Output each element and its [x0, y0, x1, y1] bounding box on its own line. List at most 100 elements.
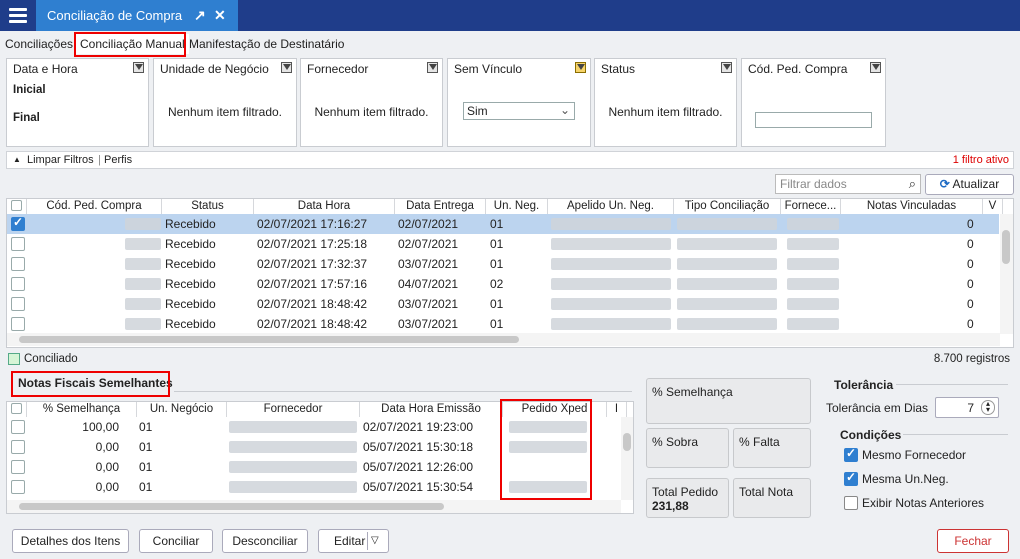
- tab-conciliacao-manual[interactable]: Conciliação Manual: [76, 34, 189, 54]
- filter-active-icon[interactable]: [575, 62, 586, 73]
- chevron-down-icon[interactable]: ▽: [371, 530, 379, 552]
- vertical-scrollbar[interactable]: [621, 417, 633, 500]
- col-header[interactable]: Fornece...: [781, 199, 841, 214]
- checkbox[interactable]: [844, 446, 858, 462]
- col-header[interactable]: Fornecedor: [227, 402, 360, 417]
- tab-conciliacoes[interactable]: Conciliações: [1, 34, 77, 54]
- col-header[interactable]: Cód. Ped. Compra: [27, 199, 162, 214]
- vertical-scrollbar[interactable]: [1000, 214, 1013, 334]
- col-header[interactable]: Notas Vinculadas: [841, 199, 983, 214]
- row-checkbox[interactable]: [11, 480, 25, 494]
- table-row[interactable]: Recebido 02/07/2021 18:48:42 03/07/2021 01 0: [7, 294, 999, 314]
- select-all-header[interactable]: [7, 199, 27, 214]
- limpar-filtros-button[interactable]: Limpar Filtros: [27, 152, 94, 168]
- table-row[interactable]: 100,00 01 02/07/2021 19:23:00: [7, 417, 620, 437]
- filter-icon[interactable]: [427, 62, 438, 73]
- filter-icon[interactable]: [870, 62, 881, 73]
- row-checkbox[interactable]: [11, 420, 25, 434]
- data-hora-cell: 02/07/2021 18:48:42: [257, 317, 368, 331]
- col-header[interactable]: V: [983, 199, 1003, 214]
- refresh-icon: ⟳: [939, 177, 950, 191]
- perfis-button[interactable]: Perfis: [104, 152, 132, 168]
- empty-text: Nenhum item filtrado.: [167, 105, 283, 119]
- table-row[interactable]: Recebido 02/07/2021 17:57:16 04/07/2021 02 0: [7, 274, 999, 294]
- table-row[interactable]: Recebido 02/07/2021 17:32:37 03/07/2021 01 0: [7, 254, 999, 274]
- row-checkbox[interactable]: [11, 257, 25, 271]
- checkbox[interactable]: [844, 496, 858, 510]
- horizontal-scrollbar[interactable]: [7, 500, 621, 513]
- row-checkbox[interactable]: [11, 297, 25, 311]
- un-neg-cell: 01: [490, 317, 504, 331]
- un-neg-cell: 01: [490, 237, 504, 251]
- col-header[interactable]: Data Entrega: [395, 199, 486, 214]
- tab-manifestacao[interactable]: Manifestação de Destinatário: [185, 34, 348, 54]
- conciliar-button[interactable]: Conciliar: [139, 529, 213, 553]
- filter-icon[interactable]: [721, 62, 732, 73]
- cod-ped-input[interactable]: [755, 112, 872, 128]
- col-header[interactable]: Pedido Xped: [503, 402, 607, 417]
- col-header[interactable]: Status: [162, 199, 254, 214]
- table-row[interactable]: Recebido 02/07/2021 17:25:18 02/07/2021 01 0: [7, 234, 999, 254]
- status-cell: Recebido: [165, 317, 216, 331]
- col-header[interactable]: Data Hora Emissão: [360, 402, 503, 417]
- grid-status: Conciliado 8.700 registros: [6, 351, 1014, 367]
- col-header[interactable]: Data Hora: [254, 199, 395, 214]
- close-icon[interactable]: ✕: [214, 0, 226, 31]
- un-negocio-cell: 01: [139, 440, 153, 454]
- fechar-button[interactable]: Fechar: [937, 529, 1009, 553]
- record-count: 8.700 registros: [933, 353, 1010, 365]
- tolerancia-dias-spinner[interactable]: 7 ▴ ▾: [935, 397, 999, 418]
- table-row[interactable]: 0,00 01 05/07/2021 15:30:54: [7, 477, 620, 497]
- card-label: % Falta: [739, 435, 780, 449]
- table-row[interactable]: 0,00 01 05/07/2021 15:30:18: [7, 437, 620, 457]
- data-emissao-cell: 05/07/2021 15:30:18: [363, 440, 474, 454]
- window-tab[interactable]: Conciliação de Compra ↗ ✕: [36, 0, 238, 31]
- card-label: % Sobra: [652, 435, 699, 449]
- col-header[interactable]: Un. Negócio: [137, 402, 227, 417]
- checkbox[interactable]: [844, 470, 858, 486]
- search-input[interactable]: Filtrar dados ⌕: [775, 174, 921, 194]
- row-checkbox[interactable]: [11, 237, 25, 251]
- filter-icon[interactable]: [133, 62, 144, 73]
- row-checkbox[interactable]: [11, 440, 25, 454]
- detalhes-itens-button[interactable]: Detalhes dos Itens: [12, 529, 129, 553]
- data-entrega-cell: 03/07/2021: [398, 257, 459, 271]
- col-header[interactable]: I: [607, 402, 627, 417]
- col-header[interactable]: Un. Neg.: [486, 199, 548, 214]
- card-sobra: % Sobra: [646, 428, 729, 468]
- data-hora-cell: 02/07/2021 17:25:18: [257, 237, 368, 251]
- row-checkbox[interactable]: [11, 460, 25, 474]
- row-checkbox[interactable]: [11, 277, 25, 291]
- filter-label: Fornecedor: [307, 62, 369, 76]
- table-row[interactable]: 0,00 01 05/07/2021 12:26:00: [7, 457, 620, 477]
- spinner-arrows-icon[interactable]: ▴ ▾: [981, 400, 995, 415]
- undock-icon[interactable]: ↗: [194, 0, 206, 31]
- horizontal-scrollbar[interactable]: [7, 333, 1000, 346]
- notas-cell: 0: [967, 317, 974, 331]
- editar-button[interactable]: Editar ▽: [318, 529, 389, 553]
- atualizar-button[interactable]: ⟳ Atualizar: [925, 174, 1014, 195]
- card-semelhanca: % Semelhança: [646, 378, 811, 424]
- status-cell: Recebido: [165, 297, 216, 311]
- data-hora-cell: 02/07/2021 17:32:37: [257, 257, 368, 271]
- col-header[interactable]: % Semelhança: [27, 402, 137, 417]
- select-all-header[interactable]: [7, 402, 27, 417]
- row-checkbox[interactable]: ✓: [11, 215, 25, 231]
- search-icon[interactable]: ⌕: [909, 175, 916, 193]
- eraser-icon[interactable]: ▲: [13, 152, 21, 168]
- editar-label: Editar: [334, 534, 366, 548]
- card-label: Total Pedido: [652, 485, 719, 499]
- row-checkbox[interactable]: [11, 317, 25, 331]
- col-header[interactable]: Apelido Un. Neg.: [548, 199, 674, 214]
- tolerancia-dias-label: Tolerância em Dias: [826, 401, 929, 415]
- filter-status: Status Nenhum item filtrado.: [594, 58, 737, 147]
- sem-vinculo-select[interactable]: Sim ⌄: [463, 102, 575, 120]
- data-hora-cell: 02/07/2021 18:48:42: [257, 297, 368, 311]
- table-row[interactable]: ✓ Recebido 02/07/2021 17:16:27 02/07/2021 01…: [7, 214, 999, 234]
- filter-label: Cód. Ped. Compra: [748, 62, 848, 76]
- col-header[interactable]: Tipo Conciliação: [674, 199, 781, 214]
- table-row[interactable]: Recebido 02/07/2021 18:48:42 03/07/2021 01 0: [7, 314, 999, 334]
- desconciliar-button[interactable]: Desconciliar: [222, 529, 308, 553]
- hamburger-menu-icon[interactable]: [0, 0, 36, 31]
- filter-icon[interactable]: [281, 62, 292, 73]
